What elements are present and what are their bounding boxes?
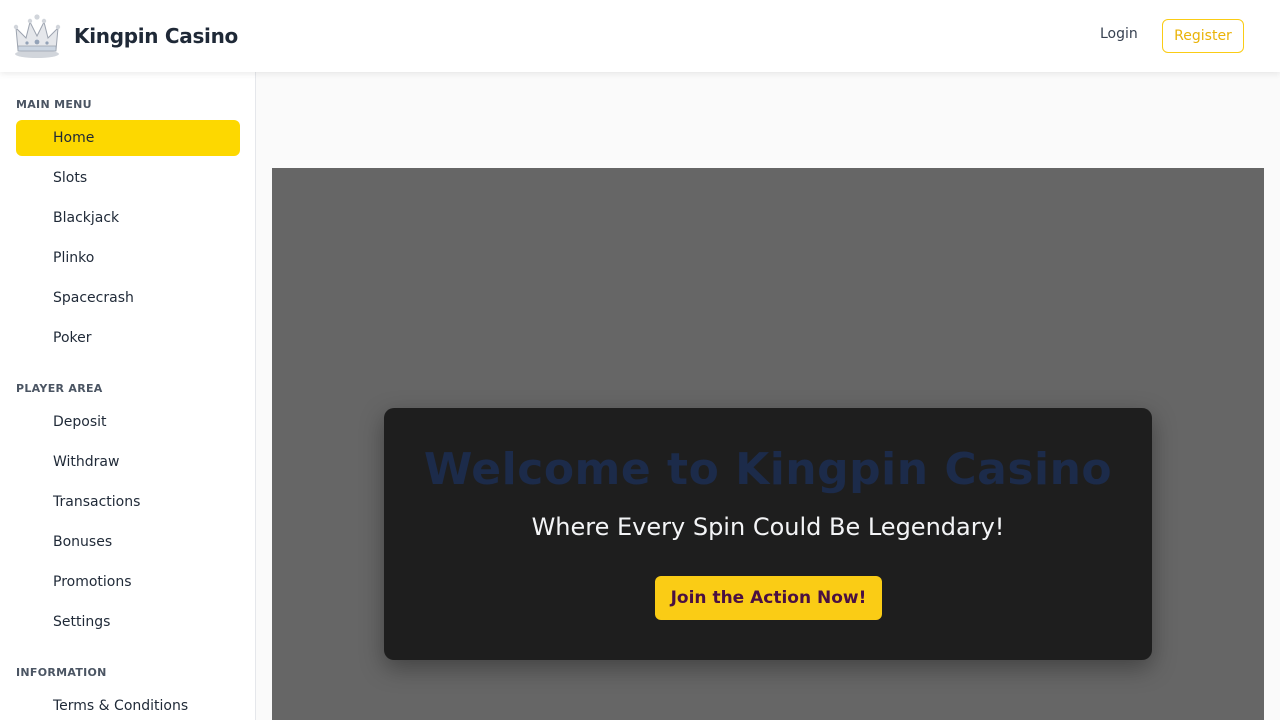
welcome-card: Welcome to Kingpin Casino Where Every Sp… — [384, 408, 1152, 660]
sidebar-item-bonuses[interactable]: Bonuses — [16, 524, 240, 560]
sidebar-item-withdraw[interactable]: Withdraw — [16, 444, 240, 480]
sidebar-item-plinko[interactable]: Plinko — [16, 240, 240, 276]
sidebar-item-terms-conditions[interactable]: Terms & Conditions — [16, 688, 240, 720]
sidebar-item-promotions[interactable]: Promotions — [16, 564, 240, 600]
login-link[interactable]: Login — [1100, 26, 1138, 42]
register-button[interactable]: Register — [1162, 19, 1244, 53]
main-content: Welcome to Kingpin Casino Where Every Sp… — [256, 72, 1280, 720]
sidebar-item-deposit[interactable]: Deposit — [16, 404, 240, 440]
sidebar-item-home[interactable]: Home — [16, 120, 240, 156]
sidebar-item-settings[interactable]: Settings — [16, 604, 240, 640]
sidebar-item-poker[interactable]: Poker — [16, 320, 240, 356]
hero-banner: Welcome to Kingpin Casino Where Every Sp… — [272, 168, 1264, 720]
welcome-subtitle: Where Every Spin Could Be Legendary! — [531, 513, 1005, 541]
sidebar-item-blackjack[interactable]: Blackjack — [16, 200, 240, 236]
sidebar-item-spacecrash[interactable]: Spacecrash — [16, 280, 240, 316]
sidebar-item-transactions[interactable]: Transactions — [16, 484, 240, 520]
brand-name: Kingpin Casino — [74, 24, 238, 48]
section-title-main-menu: MAIN MENU — [16, 98, 92, 111]
sidebar: MAIN MENU Home Slots Blackjack Plinko Sp… — [0, 72, 256, 720]
section-title-information: INFORMATION — [16, 666, 107, 679]
logo[interactable]: Kingpin Casino — [12, 12, 238, 60]
sidebar-item-slots[interactable]: Slots — [16, 160, 240, 196]
crown-icon — [13, 14, 61, 58]
section-title-player-area: PLAYER AREA — [16, 382, 103, 395]
join-action-button[interactable]: Join the Action Now! — [655, 576, 882, 620]
welcome-title: Welcome to Kingpin Casino — [423, 444, 1113, 495]
top-bar: Kingpin Casino Login Register — [0, 0, 1280, 72]
